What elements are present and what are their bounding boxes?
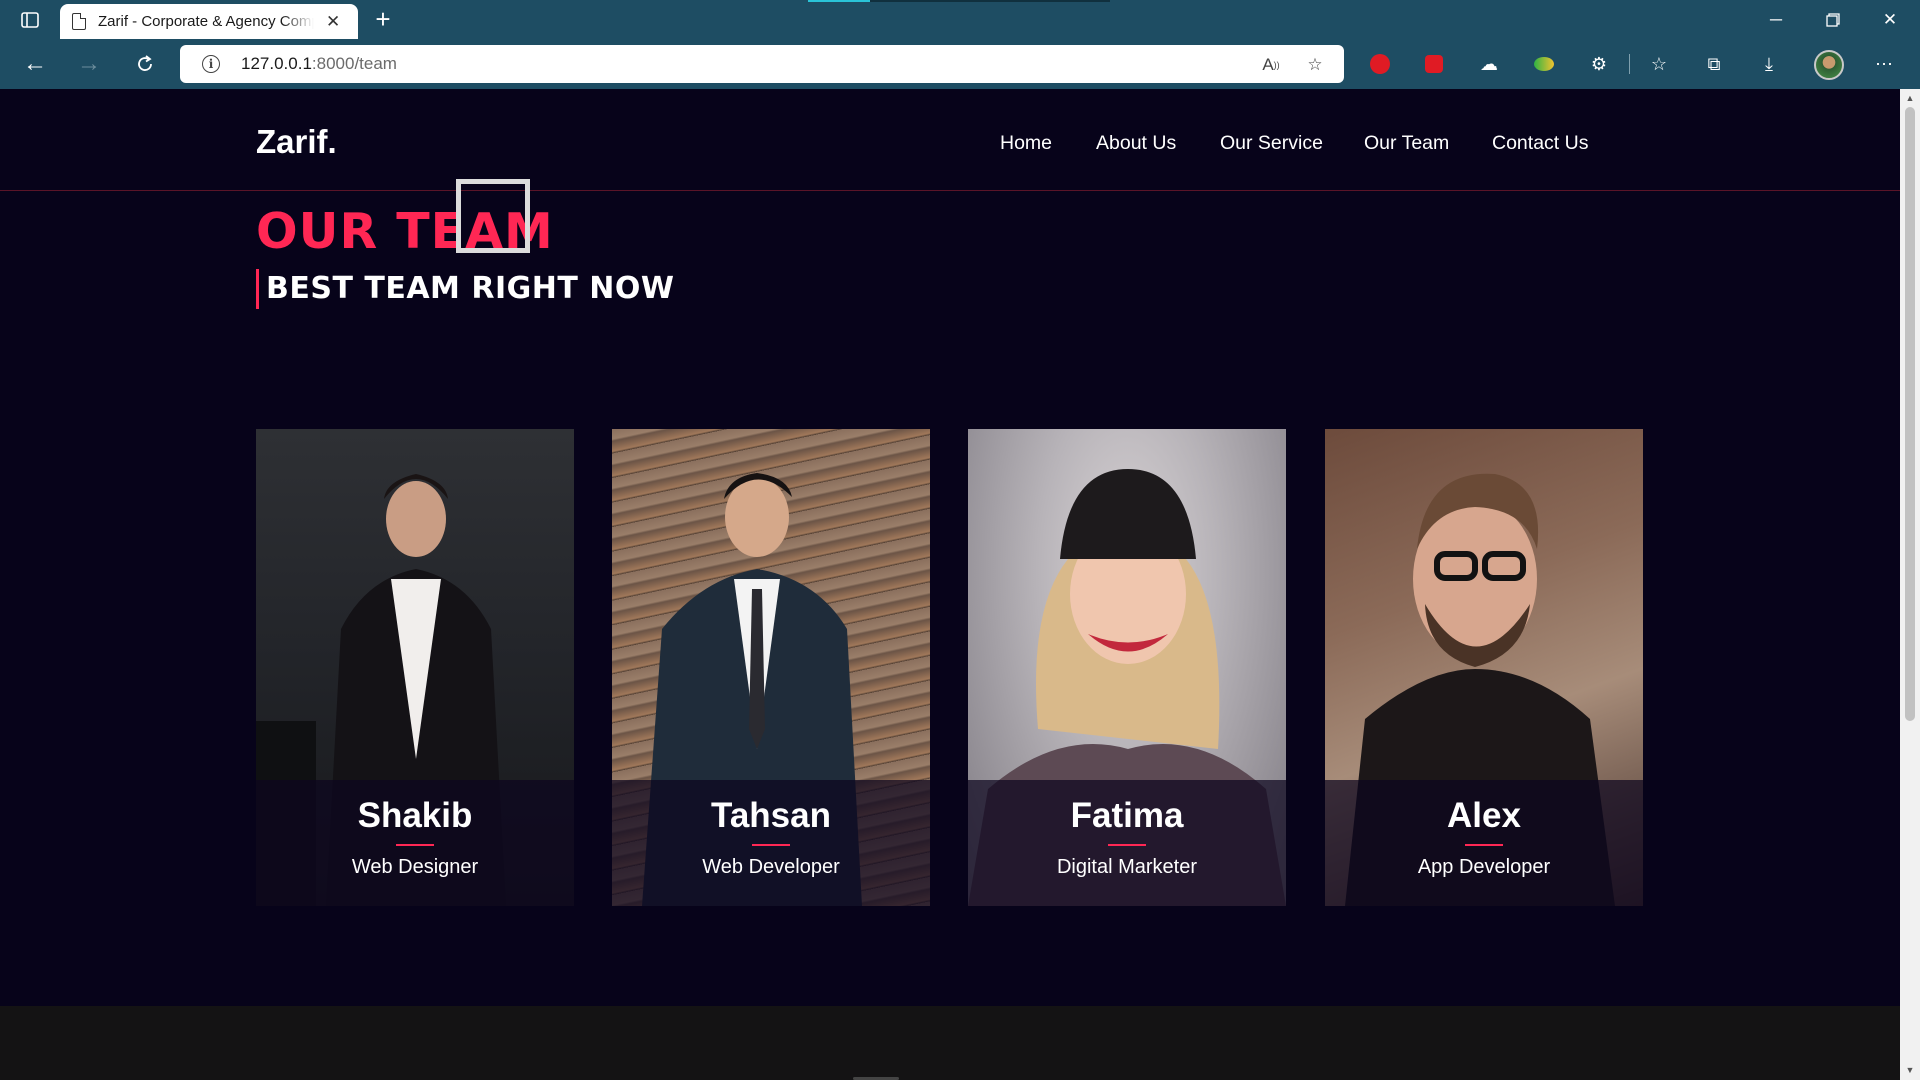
site-logo[interactable]: Zarif. [256, 123, 337, 161]
member-role: Digital Marketer [1056, 856, 1198, 878]
browser-tab-bar: Zarif - Corporate & Agency Company ✕ + ─… [0, 0, 1920, 39]
team-card-info: Tahsan Web Developer [612, 780, 930, 906]
close-tab-icon[interactable]: ✕ [326, 12, 340, 32]
team-card-info: Alex App Developer [1325, 780, 1643, 906]
minimize-icon[interactable]: ─ [1748, 0, 1804, 39]
member-role: App Developer [1417, 856, 1551, 878]
tab-actions-icon[interactable] [14, 4, 46, 36]
favorites-icon[interactable]: ☆ [1647, 52, 1671, 76]
member-role: Web Developer [702, 856, 840, 878]
name-underline [1108, 844, 1146, 846]
collections-icon[interactable]: ⧉ [1702, 52, 1726, 76]
team-card-info: Fatima Digital Marketer [968, 780, 1286, 906]
nav-contact-us[interactable]: Contact Us [1492, 132, 1588, 155]
scroll-up-icon[interactable]: ▲ [1905, 93, 1915, 103]
site-header: Zarif. Home About Us Our Service Our Tea… [0, 89, 1900, 191]
favorite-add-icon[interactable]: ☆ [1304, 54, 1326, 76]
name-underline [1465, 844, 1503, 846]
new-tab-icon[interactable]: + [368, 4, 398, 34]
team-card[interactable]: Alex App Developer [1325, 429, 1643, 906]
member-name: Alex [1447, 796, 1521, 835]
url-host: 127.0.0.1 [241, 54, 312, 73]
url-path: /team [354, 54, 397, 73]
read-aloud-icon[interactable]: A)) [1260, 54, 1282, 76]
name-underline [752, 844, 790, 846]
member-name: Tahsan [711, 796, 831, 835]
team-card-info: Shakib Web Designer [256, 780, 574, 906]
nav-home[interactable]: Home [1000, 132, 1052, 155]
reload-icon[interactable] [128, 48, 162, 80]
toolbar-divider [1629, 54, 1630, 74]
extension-adblock-icon[interactable] [1368, 52, 1392, 76]
page-viewport: Zarif. Home About Us Our Service Our Tea… [0, 89, 1900, 1080]
subtitle-accent-bar [256, 269, 259, 309]
close-window-icon[interactable]: ✕ [1862, 0, 1918, 39]
extension-gamepad-icon[interactable]: ☁ [1477, 52, 1501, 76]
title-decoration-box [456, 179, 530, 253]
more-menu-icon[interactable]: ⋯ [1872, 52, 1896, 76]
team-card[interactable]: Fatima Digital Marketer [968, 429, 1286, 906]
team-card[interactable]: Shakib Web Designer [256, 429, 574, 906]
scrollbar-thumb[interactable] [1905, 107, 1915, 721]
profile-avatar[interactable] [1814, 50, 1844, 80]
downloads-icon[interactable]: ⤓ [1757, 52, 1781, 76]
site-info-icon[interactable]: i [202, 55, 220, 73]
member-name: Shakib [357, 796, 473, 835]
name-underline [396, 844, 434, 846]
back-icon[interactable]: ← [18, 48, 52, 80]
scroll-down-icon[interactable]: ▼ [1905, 1065, 1915, 1075]
nav-our-team[interactable]: Our Team [1364, 132, 1449, 155]
member-role: Web Designer [351, 856, 479, 878]
nav-about-us[interactable]: About Us [1096, 132, 1176, 155]
loading-indicator [808, 0, 870, 2]
address-bar[interactable]: i 127.0.0.1:8000/team A)) ☆ [180, 45, 1344, 83]
restore-icon[interactable] [1805, 0, 1861, 39]
tab-title: Zarif - Corporate & Agency Company [98, 13, 314, 30]
url-text[interactable]: 127.0.0.1:8000/team [241, 54, 397, 74]
nav-our-service[interactable]: Our Service [1220, 132, 1323, 155]
member-name: Fatima [1070, 796, 1184, 835]
section-subtitle: BEST TEAM RIGHT NOW [266, 271, 675, 306]
browser-toolbar: ← → i 127.0.0.1:8000/team A)) ☆ ☁ ⚙ ☆ ⧉ … [0, 39, 1920, 89]
extensions-puzzle-icon[interactable]: ⚙ [1587, 52, 1611, 76]
loading-track [870, 0, 1110, 2]
extension-green-icon[interactable] [1532, 52, 1556, 76]
page-icon [72, 13, 86, 30]
page-scrollbar[interactable]: ▲ ▼ [1900, 89, 1920, 1080]
browser-tab-active[interactable]: Zarif - Corporate & Agency Company ✕ [60, 4, 358, 39]
footer-section [0, 1006, 1900, 1080]
forward-icon[interactable]: → [72, 48, 106, 80]
extension-red-icon[interactable] [1422, 52, 1446, 76]
url-port: :8000 [311, 54, 355, 73]
team-card[interactable]: Tahsan Web Developer [612, 429, 930, 906]
